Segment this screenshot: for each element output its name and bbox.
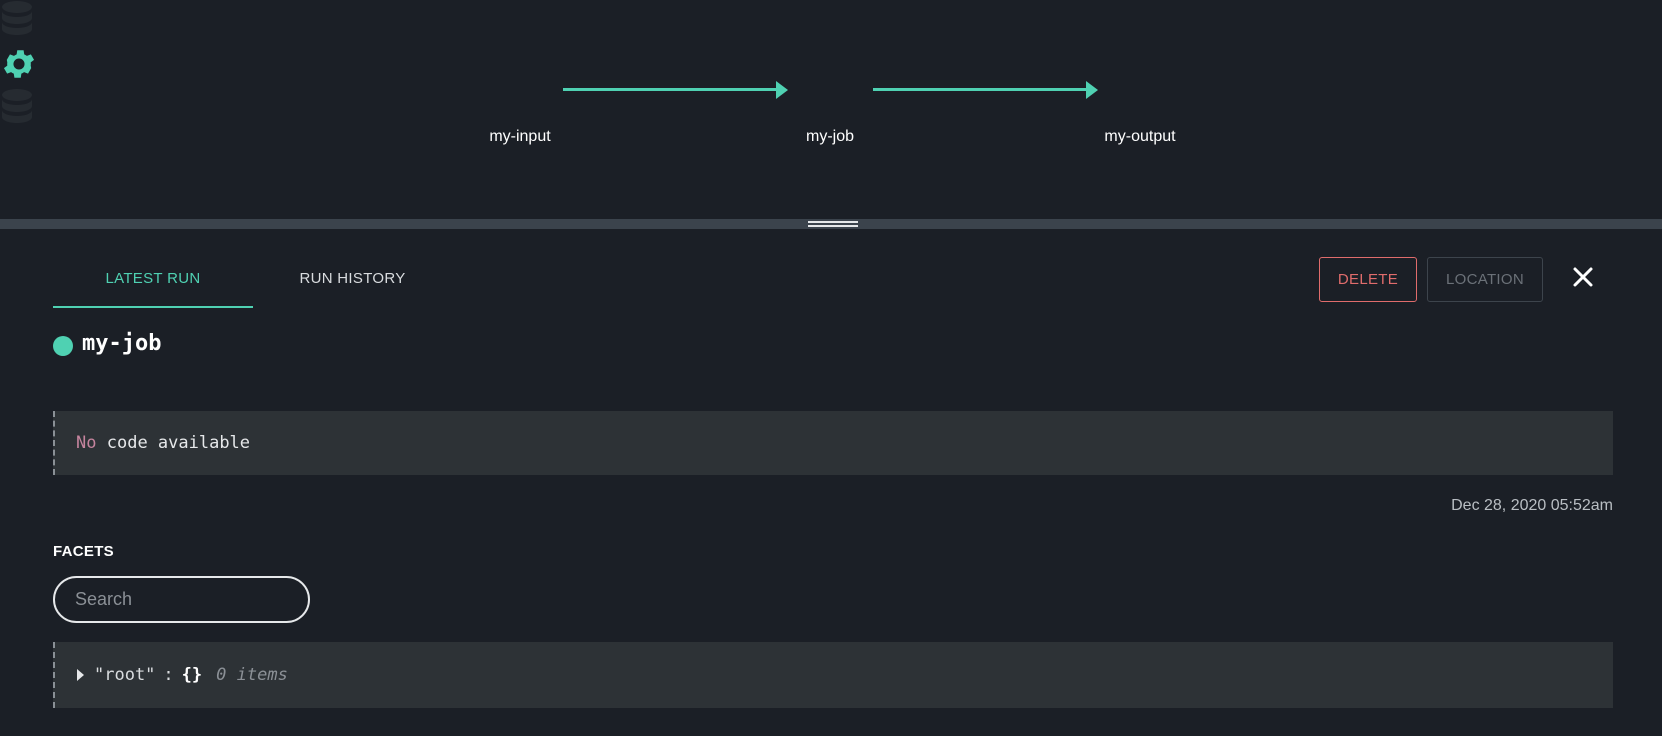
- run-timestamp: Dec 28, 2020 05:52am: [1451, 497, 1613, 514]
- gear-icon: [3, 50, 35, 78]
- node-label-input: my-input: [489, 128, 551, 145]
- close-button[interactable]: [1570, 264, 1596, 290]
- tab-latest-run[interactable]: LATEST RUN: [53, 258, 253, 308]
- lineage-graph: my-input my-job my-output: [0, 0, 1662, 218]
- code-keyword: No: [76, 433, 97, 453]
- json-root-key[interactable]: "root": [94, 665, 155, 685]
- location-button[interactable]: LOCATION: [1427, 257, 1543, 302]
- edge-job-to-output: [873, 88, 1093, 91]
- search-input[interactable]: [53, 576, 310, 623]
- node-my-job[interactable]: [0, 45, 1662, 88]
- node-label-job: my-job: [805, 128, 854, 145]
- delete-button[interactable]: DELETE: [1319, 257, 1417, 302]
- status-indicator-icon: [53, 336, 73, 356]
- node-my-input[interactable]: [0, 0, 1662, 45]
- code-text: code available: [106, 433, 251, 453]
- job-title: my-job: [82, 331, 162, 356]
- json-viewer: "root" : {} 0 items: [53, 642, 1613, 708]
- expand-caret-icon[interactable]: [77, 669, 84, 681]
- resize-divider[interactable]: [0, 219, 1662, 229]
- arrowhead-icon: [776, 81, 788, 99]
- tab-run-history[interactable]: RUN HISTORY: [270, 258, 435, 308]
- json-item-count: 0 items: [216, 665, 288, 685]
- database-icon: [2, 1, 32, 35]
- code-block: No code available: [53, 411, 1613, 475]
- json-braces: {}: [181, 665, 203, 685]
- node-my-output[interactable]: [0, 88, 1662, 133]
- node-label-output: my-output: [1104, 128, 1176, 145]
- json-colon: :: [163, 665, 174, 685]
- edge-input-to-job: [563, 88, 783, 91]
- drag-handle-icon[interactable]: [808, 221, 858, 227]
- close-icon: [1573, 267, 1593, 287]
- facets-heading: FACETS: [53, 543, 114, 560]
- database-icon: [2, 89, 32, 123]
- arrowhead-icon: [1086, 81, 1098, 99]
